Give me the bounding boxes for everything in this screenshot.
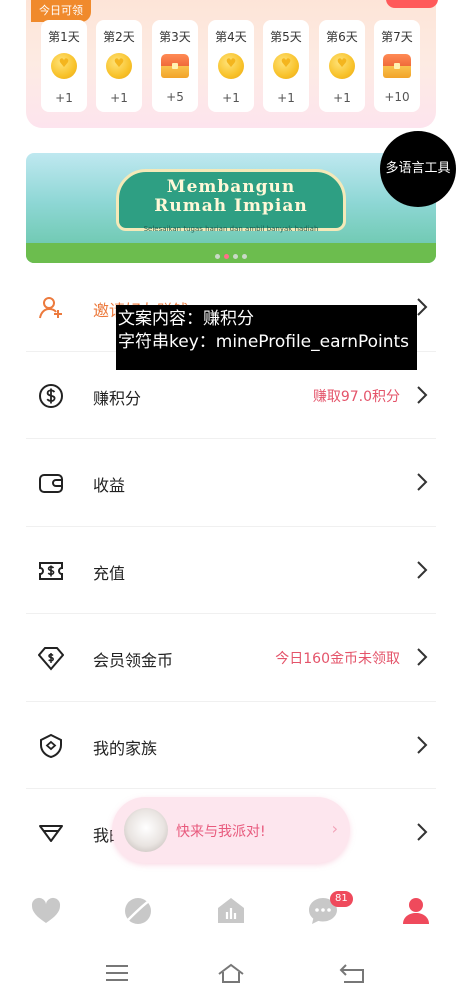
menu-item-my-family[interactable]: 我的家族 [26,702,436,789]
day-label: 第7天 [381,30,413,44]
day-reward: +1 [55,91,73,105]
menu-label: 收益 [93,476,126,495]
checkin-days: 第1天 +1 第2天 +1 第3天 +5 第4天 +1 第5天 +1 第6天 +… [41,20,431,112]
dollar-circle-icon [38,383,64,409]
day-label: 第3天 [159,30,191,44]
day-label: 第6天 [326,30,358,44]
home-icon [218,963,244,983]
menu-item-recharge[interactable]: 充值 [26,527,436,614]
back-icon [339,964,364,983]
coin-icon [51,53,77,79]
tab-heart[interactable] [29,894,63,928]
menu-value: 今日160金币未领取 [275,651,400,667]
day-reward: +1 [110,91,128,105]
banner-ground [26,243,436,263]
invite-friend-icon [38,295,64,321]
today-claimable-tag: 今日可领 [31,0,91,22]
checkin-day-2[interactable]: 第2天 +1 [96,20,142,112]
checkin-day-4[interactable]: 第4天 +1 [208,20,254,112]
chevron-right-icon: › [331,819,338,838]
chevron-right-icon [416,385,428,405]
menu-value: 赚取97.0积分 [312,388,400,405]
profile-icon [403,898,429,924]
pagination-dot [233,254,238,259]
coin-icon [106,53,132,79]
chevron-right-icon [416,822,428,842]
vip-diamond-dollar-icon [37,645,65,671]
string-key-tooltip: 文案内容：赚积分 字符串key：mineProfile_earnPoints [116,305,417,370]
avatar [124,808,168,852]
tab-planet[interactable] [121,894,155,928]
day-reward: +1 [222,91,240,105]
chevron-right-icon [416,560,428,580]
live-house-icon [218,898,244,923]
recharge-ticket-icon [38,558,64,584]
chevron-right-icon [416,297,428,317]
day-label: 第5天 [270,30,302,44]
message-count-badge: 81 [330,891,353,907]
pagination-dot-active [224,254,229,259]
checkin-day-6[interactable]: 第6天 +1 [319,20,365,112]
checkin-day-1[interactable]: 第1天 +1 [41,20,87,112]
chest-icon [383,54,411,78]
family-shield-icon [38,733,64,759]
banner-title-line1: Membangun [166,177,296,197]
banner-title-line2: Rumah Impian [154,196,308,216]
planet-icon [125,898,151,924]
system-nav-bar [0,944,462,1001]
checkin-day-7[interactable]: 第7天 +10 [374,20,420,112]
menu-lines-icon [106,965,128,981]
back-nav-button[interactable] [338,962,366,984]
day-reward: +10 [384,90,410,104]
chest-icon [161,54,189,78]
menu-label: 充值 [93,563,126,583]
party-invite-text: 快来与我派对! [176,824,266,840]
tooltip-content-line: 文案内容：赚积分 [118,309,254,329]
banner-pagination [26,254,436,259]
event-banner[interactable]: Membangun Rumah Impian Selesaikan tugas … [26,153,436,263]
party-invite-bubble[interactable]: 快来与我派对! › [112,797,350,863]
menu-nav-button[interactable] [103,962,131,984]
multi-language-tool-button[interactable]: 多语言工具 [380,131,456,207]
top-right-pill[interactable] [386,0,438,8]
coin-icon [273,53,299,79]
checkin-day-5[interactable]: 第5天 +1 [263,20,309,112]
menu-label: 我的家族 [93,738,158,758]
day-label: 第2天 [103,30,135,44]
menu-item-vip-coins[interactable]: 会员领金币 今日160金币未领取 [26,614,436,702]
coin-icon [329,53,355,79]
pagination-dot [242,254,247,259]
checkin-day-3[interactable]: 第3天 +5 [152,20,198,112]
menu-label: 会员领金币 [93,651,174,670]
diamond-icon [38,820,64,846]
menu-item-earnings[interactable]: 收益 [26,439,436,527]
menu-label: 赚积分 [93,388,142,408]
day-reward: +1 [277,91,295,105]
pagination-dot [215,254,220,259]
chevron-right-icon [416,472,428,492]
banner-subtitle: Selesaikan tugas harian dan ambil banyak… [143,225,319,233]
tab-profile[interactable] [399,894,433,928]
day-reward: +1 [333,91,351,105]
wallet-icon [38,470,64,496]
coin-icon [218,53,244,79]
tab-live[interactable] [214,894,248,928]
home-nav-button[interactable] [217,962,245,984]
day-label: 第1天 [48,30,80,44]
chevron-right-icon [416,647,428,667]
day-label: 第4天 [215,30,247,44]
chevron-right-icon [416,735,428,755]
banner-title: Membangun Rumah Impian [26,178,436,216]
heart-icon [31,897,61,923]
day-reward: +5 [166,90,184,104]
tooltip-key-line: 字符串key：mineProfile_earnPoints [118,332,410,352]
bottom-tab-bar [0,880,462,942]
